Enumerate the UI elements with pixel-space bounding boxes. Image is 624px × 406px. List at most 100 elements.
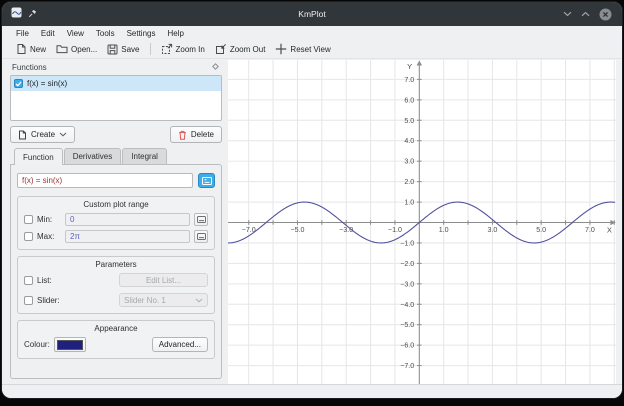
toolbar-separator	[150, 43, 151, 55]
advanced-button[interactable]: Advanced...	[152, 337, 208, 352]
svg-text:4.0: 4.0	[404, 138, 414, 145]
appearance-group: Appearance Colour: Advanced...	[17, 320, 215, 359]
svg-text:Y: Y	[407, 62, 412, 71]
equation-editor-icon	[202, 177, 212, 185]
min-equation-editor-button[interactable]	[194, 213, 208, 226]
zoom-in-icon	[161, 43, 173, 55]
svg-text:1.0: 1.0	[439, 227, 449, 234]
svg-text:−3.0: −3.0	[400, 281, 414, 288]
new-document-icon	[16, 43, 27, 55]
save-button[interactable]: Save	[102, 42, 144, 57]
max-equation-editor-button[interactable]	[194, 230, 208, 243]
parameters-group: Parameters List: Edit List... Slider: Sl…	[17, 256, 215, 314]
plot-canvas[interactable]: −7.0−5.0−3.0−1.01.03.05.07.07.06.05.04.0…	[228, 60, 616, 384]
max-label: Max:	[37, 232, 61, 241]
menubar: File Edit View Tools Settings Help	[2, 26, 622, 40]
svg-text:−4.0: −4.0	[400, 302, 414, 309]
svg-text:1.0: 1.0	[404, 200, 414, 207]
slider-select[interactable]: Slider No. 1	[119, 293, 208, 307]
create-button[interactable]: Create	[10, 126, 75, 143]
min-checkbox[interactable]	[24, 215, 33, 224]
zoom-out-icon	[215, 43, 227, 55]
maximize-button[interactable]	[581, 11, 590, 17]
custom-plot-range-title: Custom plot range	[24, 200, 208, 209]
svg-text:3.0: 3.0	[487, 227, 497, 234]
equation-input[interactable]: f(x) = sin(x)	[17, 173, 193, 188]
menu-file[interactable]: File	[10, 29, 35, 38]
max-input[interactable]: 2π	[65, 230, 190, 243]
svg-text:6.0: 6.0	[404, 97, 414, 104]
kmplot-app-icon	[11, 5, 22, 23]
status-bar	[2, 384, 622, 398]
function-list-item[interactable]: f(x) = sin(x)	[11, 76, 221, 91]
svg-text:−6.0: −6.0	[400, 343, 414, 350]
zoom-out-button[interactable]: Zoom Out	[210, 41, 271, 57]
colour-button[interactable]	[54, 337, 86, 352]
editor-tabs: Function Derivatives Integral	[10, 148, 222, 164]
new-button[interactable]: New	[11, 41, 51, 57]
equation-editor-button[interactable]	[198, 173, 215, 188]
functions-dock: Functions f(x) = sin(x) Create	[2, 59, 226, 384]
function-visible-checkbox[interactable]	[14, 79, 23, 88]
zoom-in-button[interactable]: Zoom In	[156, 41, 210, 57]
chevron-down-icon	[59, 132, 67, 137]
svg-text:7.0: 7.0	[404, 77, 414, 84]
reset-view-icon	[275, 43, 287, 55]
slider-checkbox[interactable]	[24, 296, 33, 305]
window-title: KmPlot	[2, 9, 622, 19]
trash-icon	[178, 130, 187, 140]
min-label: Min:	[37, 215, 61, 224]
colour-swatch	[57, 340, 83, 350]
screenshot-stage: KmPlot File Edit View Tools Settings Hel…	[0, 0, 624, 406]
menu-tools[interactable]: Tools	[90, 29, 121, 38]
svg-text:−2.0: −2.0	[400, 261, 414, 268]
svg-text:7.0: 7.0	[585, 227, 595, 234]
list-checkbox[interactable]	[24, 276, 33, 285]
svg-text:−1.0: −1.0	[388, 227, 402, 234]
menu-view[interactable]: View	[61, 29, 90, 38]
create-document-icon	[18, 130, 27, 140]
chevron-down-icon	[195, 298, 203, 303]
menu-help[interactable]: Help	[161, 29, 189, 38]
custom-plot-range-group: Custom plot range Min: 0 Max: 2π	[17, 196, 215, 250]
svg-text:−1.0: −1.0	[400, 240, 414, 247]
pin-icon[interactable]	[28, 5, 37, 23]
svg-text:5.0: 5.0	[404, 118, 414, 125]
parameters-title: Parameters	[24, 260, 208, 269]
colour-label: Colour:	[24, 340, 50, 349]
minimize-button[interactable]	[563, 11, 572, 17]
save-icon	[107, 44, 118, 55]
equation-editor-icon	[197, 216, 206, 223]
open-button[interactable]: Open...	[51, 42, 102, 56]
min-input[interactable]: 0	[65, 213, 190, 226]
delete-button[interactable]: Delete	[170, 126, 222, 143]
reset-view-button[interactable]: Reset View	[270, 41, 335, 57]
kmplot-window: KmPlot File Edit View Tools Settings Hel…	[2, 2, 622, 398]
appearance-title: Appearance	[24, 324, 208, 333]
svg-text:2.0: 2.0	[404, 179, 414, 186]
list-label: List:	[37, 276, 52, 285]
svg-text:−5.0: −5.0	[400, 322, 414, 329]
svg-text:−3.0: −3.0	[339, 227, 353, 234]
tab-integral[interactable]: Integral	[122, 148, 167, 164]
max-checkbox[interactable]	[24, 232, 33, 241]
menu-settings[interactable]: Settings	[121, 29, 162, 38]
float-dock-icon[interactable]	[211, 62, 220, 73]
titlebar[interactable]: KmPlot	[2, 2, 622, 26]
svg-text:−5.0: −5.0	[290, 227, 304, 234]
toolbar: New Open... Save Zoom In Zoom Out Reset …	[2, 40, 622, 59]
tab-function[interactable]: Function	[14, 148, 63, 165]
slider-label: Slider:	[37, 296, 60, 305]
menu-edit[interactable]: Edit	[35, 29, 61, 38]
dock-title: Functions	[12, 63, 47, 72]
close-button[interactable]	[599, 8, 612, 21]
equation-editor-icon	[197, 233, 206, 240]
tab-derivatives[interactable]: Derivatives	[64, 148, 122, 164]
svg-text:3.0: 3.0	[404, 159, 414, 166]
svg-text:X: X	[607, 226, 612, 235]
function-list-item-label: f(x) = sin(x)	[27, 79, 67, 88]
open-folder-icon	[56, 44, 68, 54]
check-icon	[15, 81, 22, 87]
function-list[interactable]: f(x) = sin(x)	[10, 75, 222, 121]
edit-list-button[interactable]: Edit List...	[119, 273, 208, 287]
